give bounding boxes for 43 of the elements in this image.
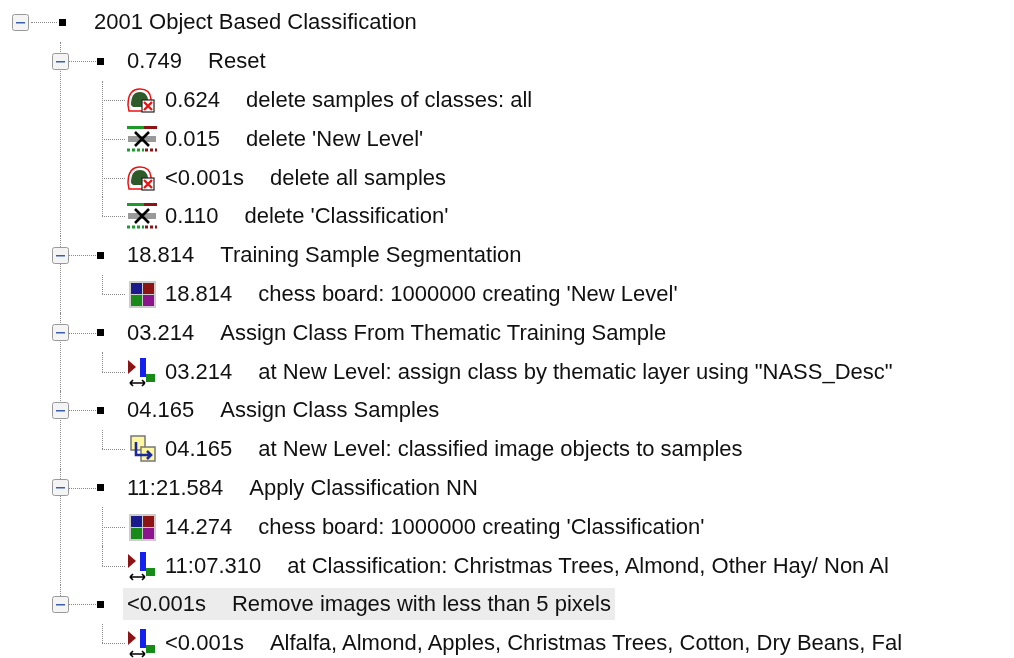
duration-text: 0.110	[165, 203, 219, 230]
duration-text: 14.274	[165, 513, 233, 540]
collapse-toggle[interactable]	[52, 479, 69, 497]
process-label[interactable]: 2001 Object Based Classification	[90, 7, 421, 38]
bullet-icon	[97, 600, 104, 608]
bullet-icon	[97, 484, 104, 492]
duration-text: 0.015	[165, 125, 221, 152]
process-label: at New Level: classified image objects to samples	[258, 436, 743, 463]
process-item[interactable]: 11:21.584 Apply Classification NN	[123, 471, 482, 504]
collapse-toggle[interactable]	[12, 13, 29, 31]
duration-text: 0.624	[165, 87, 221, 113]
process-label: chess board: 1000000 creating 'New Level'	[258, 280, 678, 307]
duration-text: <0.001s	[165, 164, 244, 191]
bullet-icon	[97, 329, 104, 337]
process-item[interactable]: 04.165 Assign Class Samples	[123, 394, 444, 427]
bullet-icon	[97, 251, 104, 259]
process-label: Alfalfa, Almond, Apples, Christmas Trees, Cotton, Dry Beans, Fal	[269, 630, 903, 657]
process-label: delete samples of classes: all	[246, 87, 533, 113]
process-label: chess board: 1000000 creating 'Classification'	[258, 513, 705, 540]
duration-text: 03.214	[165, 358, 233, 385]
collapse-toggle[interactable]	[52, 595, 69, 613]
process-label: at Classification: Christmas Trees, Almond, Other Hay/ Non Al	[287, 552, 889, 579]
collapse-toggle[interactable]	[52, 246, 69, 264]
duration-text: 18.814	[165, 280, 233, 307]
process-item[interactable]: 03.214 Assign Class From Thematic Training Sample	[123, 316, 671, 349]
bullet-icon	[97, 406, 104, 414]
process-label: delete 'New Level'	[246, 125, 424, 152]
collapse-toggle[interactable]	[52, 401, 69, 419]
collapse-toggle[interactable]	[52, 52, 69, 70]
process-label: at New Level: assign class by thematic layer using "NASS_Desc"	[258, 358, 893, 385]
process-item[interactable]: 0.749 Reset	[123, 45, 270, 78]
duration-text: <0.001s	[165, 630, 244, 657]
process-item[interactable]: 18.814 Training Sample Segmentation	[123, 239, 526, 272]
process-item[interactable]: <0.001s Remove images with less than 5 pixels	[123, 588, 615, 621]
process-label: delete 'Classification'	[244, 203, 449, 230]
duration-text: 11:07.310	[165, 552, 262, 579]
delete-level-icon	[125, 201, 159, 232]
delete-level-icon	[125, 123, 159, 154]
bullet-icon	[97, 57, 104, 65]
bullet-icon	[59, 18, 66, 26]
process-label: delete all samples	[269, 164, 446, 191]
collapse-toggle[interactable]	[52, 324, 69, 342]
duration-text: 04.165	[165, 436, 233, 463]
